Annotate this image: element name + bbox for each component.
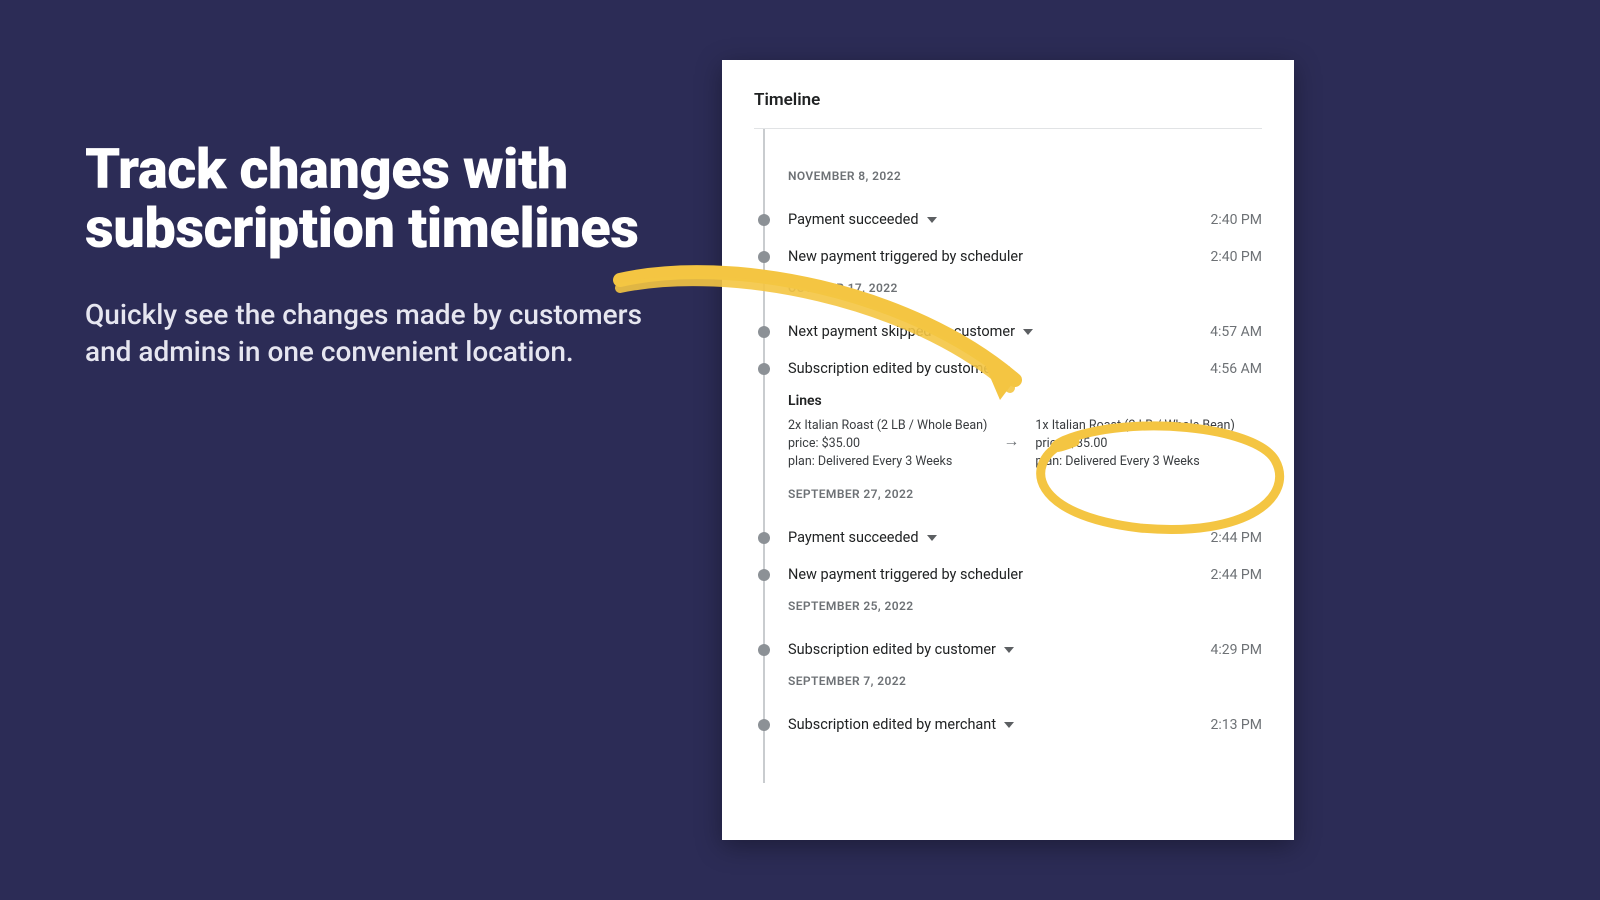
chevron-down-icon[interactable] xyxy=(927,217,937,223)
timeline-dot xyxy=(758,719,770,731)
event-detail: Lines 2x Italian Roast (2 LB / Whole Bea… xyxy=(754,387,1262,481)
event-time: 4:56 AM xyxy=(1210,361,1262,377)
detail-heading: Lines xyxy=(788,393,1262,409)
event-text: Subscription edited by merchant xyxy=(788,716,996,733)
chevron-up-icon[interactable] xyxy=(1004,366,1014,372)
timeline-row[interactable]: Subscription edited by customer 4:29 PM xyxy=(754,631,1262,668)
chevron-down-icon[interactable] xyxy=(1004,722,1014,728)
timeline-row[interactable]: Payment succeeded 2:44 PM xyxy=(754,519,1262,556)
timeline-row[interactable]: New payment triggered by scheduler 2:40 … xyxy=(754,238,1262,275)
timeline: NOVEMBER 8, 2022 Payment succeeded 2:40 … xyxy=(754,129,1262,743)
event-label: Subscription edited by merchant xyxy=(788,716,1210,733)
event-text: Payment succeeded xyxy=(788,211,919,228)
timeline-row-expanded[interactable]: Subscription edited by customer 4:56 AM xyxy=(754,350,1262,387)
event-text: Payment succeeded xyxy=(788,529,919,546)
date-separator: SEPTEMBER 25, 2022 xyxy=(754,599,1262,613)
event-time: 2:13 PM xyxy=(1210,717,1262,733)
detail-after: 1x Italian Roast (2 LB / Whole Bean) pri… xyxy=(1035,417,1234,471)
event-text: Subscription edited by customer xyxy=(788,641,996,658)
event-time: 2:40 PM xyxy=(1210,212,1262,228)
date-separator: NOVEMBER 8, 2022 xyxy=(754,169,1262,183)
event-label: Subscription edited by customer xyxy=(788,360,1210,377)
event-text: Next payment skipped by customer xyxy=(788,323,1015,340)
timeline-dot xyxy=(758,532,770,544)
chevron-down-icon[interactable] xyxy=(1004,647,1014,653)
timeline-row[interactable]: Subscription edited by merchant 2:13 PM xyxy=(754,706,1262,743)
chevron-down-icon[interactable] xyxy=(927,535,937,541)
detail-line: plan: Delivered Every 3 Weeks xyxy=(788,453,987,471)
detail-line: price: $35.00 xyxy=(788,435,987,453)
detail-line: 2x Italian Roast (2 LB / Whole Bean) xyxy=(788,417,987,435)
event-label: Subscription edited by customer xyxy=(788,641,1210,658)
panel-title: Timeline xyxy=(754,90,1262,129)
event-text: New payment triggered by scheduler xyxy=(788,248,1023,265)
event-time: 4:57 AM xyxy=(1210,324,1262,340)
detail-line: plan: Delivered Every 3 Weeks xyxy=(1035,453,1234,471)
chevron-down-icon[interactable] xyxy=(1023,329,1033,335)
event-label: Payment succeeded xyxy=(788,211,1210,228)
hero-title: Track changes with subscription timeline… xyxy=(85,140,645,258)
event-label: Payment succeeded xyxy=(788,529,1210,546)
detail-line: 1x Italian Roast (2 LB / Whole Bean) xyxy=(1035,417,1234,435)
event-time: 2:44 PM xyxy=(1210,530,1262,546)
timeline-dot xyxy=(758,326,770,338)
date-separator: SEPTEMBER 27, 2022 xyxy=(754,487,1262,501)
timeline-dot xyxy=(758,251,770,263)
hero-copy: Track changes with subscription timeline… xyxy=(85,140,645,371)
date-separator: SEPTEMBER 7, 2022 xyxy=(754,674,1262,688)
event-text: New payment triggered by scheduler xyxy=(788,566,1023,583)
date-separator: OCTOBER 17, 2022 xyxy=(754,281,1262,295)
timeline-dot xyxy=(758,214,770,226)
timeline-row[interactable]: Payment succeeded 2:40 PM xyxy=(754,201,1262,238)
timeline-dot xyxy=(758,644,770,656)
event-label: New payment triggered by scheduler xyxy=(788,566,1210,583)
detail-before: 2x Italian Roast (2 LB / Whole Bean) pri… xyxy=(788,417,987,471)
event-label: New payment triggered by scheduler xyxy=(788,248,1210,265)
detail-line: price: $35.00 xyxy=(1035,435,1234,453)
timeline-row[interactable]: Next payment skipped by customer 4:57 AM xyxy=(754,313,1262,350)
event-time: 4:29 PM xyxy=(1210,642,1262,658)
arrow-right-icon: → xyxy=(1003,417,1019,451)
timeline-dot xyxy=(758,569,770,581)
timeline-panel: Timeline NOVEMBER 8, 2022 Payment succee… xyxy=(722,60,1294,840)
timeline-row[interactable]: New payment triggered by scheduler 2:44 … xyxy=(754,556,1262,593)
hero-subtitle: Quickly see the changes made by customer… xyxy=(85,296,645,372)
timeline-dot xyxy=(758,363,770,375)
event-label: Next payment skipped by customer xyxy=(788,323,1210,340)
event-text: Subscription edited by customer xyxy=(788,360,996,377)
event-time: 2:44 PM xyxy=(1210,567,1262,583)
event-time: 2:40 PM xyxy=(1210,249,1262,265)
